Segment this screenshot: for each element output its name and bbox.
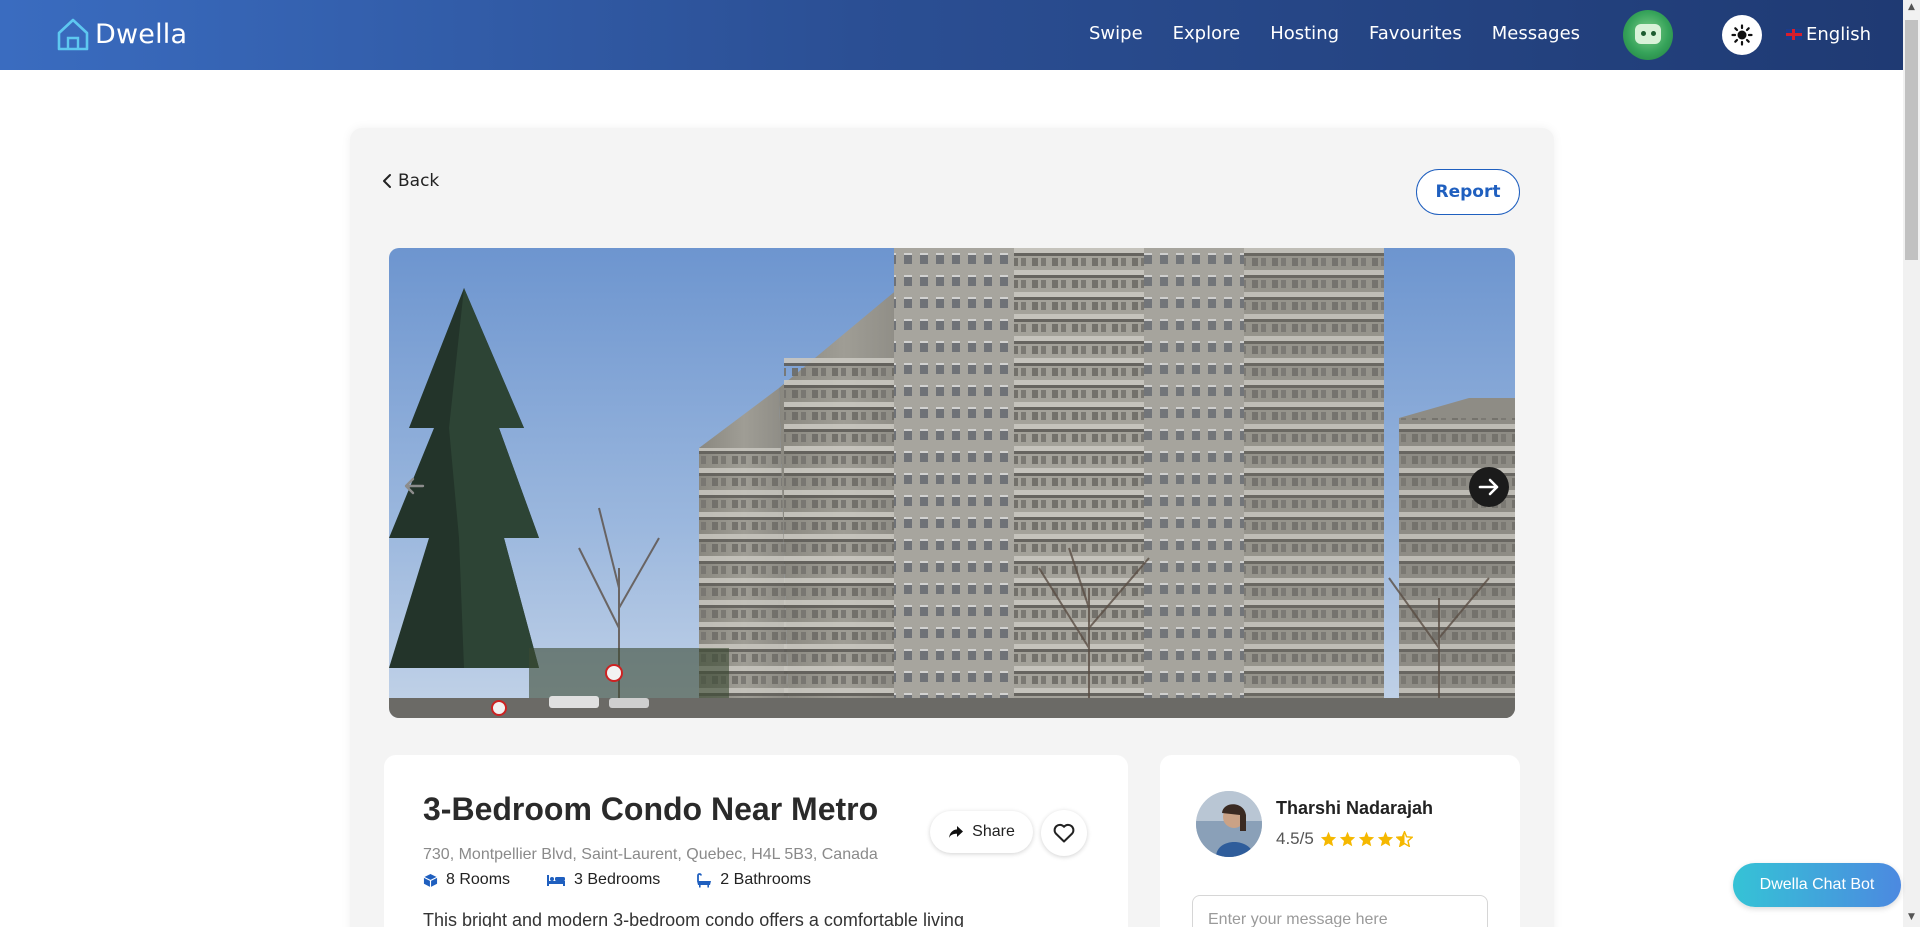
chat-bot-button[interactable]: Dwella Chat Bot	[1733, 863, 1901, 907]
nav-explore[interactable]: Explore	[1173, 23, 1241, 44]
star-icon	[1377, 831, 1393, 847]
main-nav: Swipe Explore Hosting Favourites Message…	[1089, 23, 1580, 44]
heart-icon	[1053, 823, 1075, 843]
cube-icon	[423, 873, 438, 887]
feature-bedrooms: 3 Bedrooms	[546, 871, 660, 889]
gallery-next-button[interactable]	[1469, 467, 1509, 507]
scroll-down-arrow-icon[interactable]: ▼	[1907, 913, 1916, 922]
rating-text: 4.5/5	[1276, 829, 1314, 848]
brand-logo[interactable]: Dwella	[55, 16, 187, 52]
star-icon	[1320, 831, 1336, 847]
half-star-icon	[1395, 831, 1413, 847]
language-selector[interactable]: English	[1786, 24, 1871, 45]
listing-title: 3-Bedroom Condo Near Metro	[423, 791, 879, 827]
report-button[interactable]: Report	[1416, 169, 1520, 215]
share-arrow-icon	[949, 826, 964, 838]
arrow-left-icon	[404, 477, 425, 495]
gallery-prev-button[interactable]	[397, 469, 431, 503]
chevron-left-icon	[383, 174, 391, 188]
host-avatar[interactable]	[1196, 791, 1262, 857]
star-icon	[1358, 831, 1374, 847]
robot-eye-left	[1641, 31, 1646, 36]
host-photo	[1196, 791, 1262, 857]
uk-flag-icon	[1786, 29, 1802, 40]
bathrooms-label: 2 Bathrooms	[720, 871, 812, 888]
share-button[interactable]: Share	[930, 811, 1033, 853]
host-rating: 4.5/5	[1276, 829, 1413, 849]
host-message-input[interactable]	[1192, 895, 1488, 927]
favourite-button[interactable]	[1041, 810, 1087, 856]
nav-messages[interactable]: Messages	[1492, 23, 1580, 44]
scrollbar-thumb[interactable]	[1905, 20, 1918, 260]
arrow-right-icon	[1478, 478, 1499, 496]
scroll-up-arrow-icon[interactable]: ▲	[1907, 3, 1916, 12]
house-logo-icon	[57, 18, 89, 51]
rooms-label: 8 Rooms	[446, 871, 511, 888]
sun-icon	[1731, 24, 1753, 46]
photo-gallery	[389, 248, 1515, 718]
robot-eye-right	[1651, 31, 1656, 36]
nav-hosting[interactable]: Hosting	[1270, 23, 1339, 44]
property-photo	[389, 248, 1515, 718]
nav-favourites[interactable]: Favourites	[1369, 23, 1462, 44]
bed-icon	[547, 875, 566, 886]
listing-description: This bright and modern 3-bedroom condo o…	[423, 910, 964, 927]
back-label: Back	[398, 171, 440, 191]
user-avatar[interactable]	[1623, 10, 1673, 60]
star-rating	[1320, 831, 1413, 847]
nav-swipe[interactable]: Swipe	[1089, 23, 1143, 44]
share-label: Share	[972, 823, 1015, 840]
host-name: Tharshi Nadarajah	[1276, 798, 1434, 818]
page-scrollbar[interactable]: ▲ ▼	[1903, 0, 1920, 927]
listing-features: 8 Rooms 3 Bedrooms 2 Bathrooms	[423, 871, 811, 889]
language-label: English	[1806, 24, 1871, 45]
feature-rooms: 8 Rooms	[423, 871, 510, 889]
bedrooms-label: 3 Bedrooms	[574, 871, 661, 888]
bathtub-icon	[697, 872, 712, 887]
brand-name: Dwella	[95, 18, 188, 50]
robot-avatar-icon	[1635, 24, 1661, 44]
top-navbar: Dwella Swipe Explore Hosting Favourites …	[0, 0, 1903, 70]
star-icon	[1339, 831, 1355, 847]
listing-address: 730, Montpellier Blvd, Saint-Laurent, Qu…	[423, 846, 878, 863]
feature-bathrooms: 2 Bathrooms	[696, 871, 811, 889]
theme-toggle-button[interactable]	[1722, 15, 1762, 55]
back-button[interactable]: Back	[382, 171, 439, 191]
